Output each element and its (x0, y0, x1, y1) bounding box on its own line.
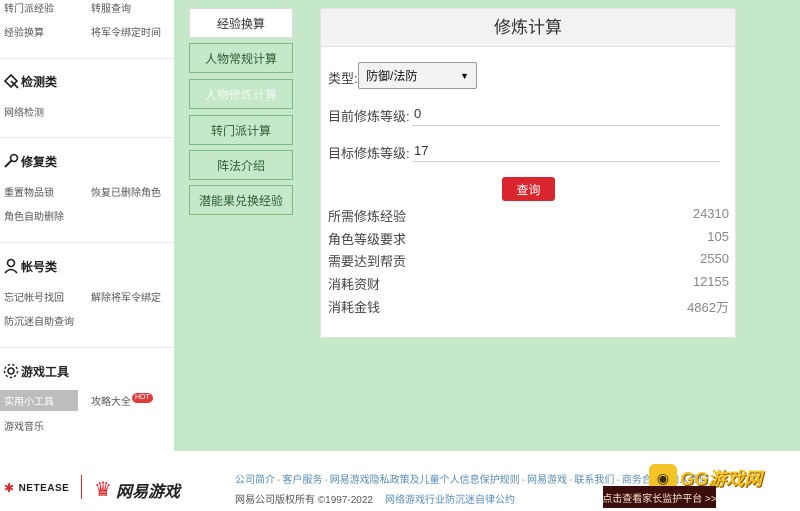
sidebar-link-recover-account[interactable]: 忘记帐号找回 (4, 289, 64, 304)
sidebar-link-practical-tools[interactable]: 实用小工具 (0, 390, 78, 411)
sidebar-link-restore-deleted-role[interactable]: 恢复已删除角色 (91, 184, 161, 199)
type-select-value: 防御/法防 (366, 69, 418, 83)
sidebar-heading-tools: 游戏工具 (2, 362, 69, 380)
logo-divider (81, 475, 82, 499)
nav-potential-fruit-exp[interactable]: 潜能果兑换经验 (189, 185, 293, 215)
wrench-icon (2, 152, 20, 170)
result-value: 2550 (700, 251, 729, 266)
sidebar-link-anti-addiction-query[interactable]: 防沉迷自助查询 (4, 313, 74, 328)
footer: ✱ NETEASE ♛ 网易游戏 公司简介 - 客户服务 - 网易游戏隐私政策及儿童个人… (0, 451, 800, 511)
sidebar-divider (0, 137, 174, 138)
netease-logo[interactable]: ✱ NETEASE (4, 481, 69, 495)
sidebar-divider (0, 347, 174, 348)
sidebar-divider (0, 58, 174, 59)
sidebar-heading-account: 帐号类 (2, 257, 57, 275)
result-label: 所需修炼经验 (328, 209, 407, 224)
nav-school-transfer-calc[interactable]: 转门派计算 (189, 115, 293, 145)
result-value: 105 (707, 229, 729, 244)
nav-formation-intro[interactable]: 阵法介绍 (189, 150, 293, 180)
target-level-underline (412, 161, 720, 162)
sidebar-link-unbind-token[interactable]: 解除将军令绑定 (91, 289, 161, 304)
result-row: 消耗资财 12155 (328, 274, 729, 294)
type-label: 类型: (328, 71, 358, 86)
nav-character-calc[interactable]: 人物常规计算 (189, 43, 293, 73)
sidebar-heading-detect: 检测类 (2, 72, 57, 90)
netease-mark-icon: ✱ (4, 481, 15, 495)
footer-link-service[interactable]: 客户服务 (282, 475, 322, 486)
sidebar-link-strategy-guide[interactable]: 攻略大全 HOT (91, 393, 153, 408)
result-label: 需要达到帮贡 (328, 254, 407, 269)
result-row: 消耗金钱 4862万 (328, 297, 729, 317)
caret-down-icon: ▼ (460, 71, 469, 81)
left-sidebar: 转门派经验 转服查询 经验换算 将军令绑定时间 检测类 网络检测 修复类 重置物… (0, 0, 174, 451)
sidebar-link-transfer-school-exp[interactable]: 转门派经验 (4, 0, 54, 15)
parent-supervision-button[interactable]: 点击查看家长监护平台 >> (602, 486, 717, 508)
footer-link-about[interactable]: 公司简介 (235, 475, 275, 486)
result-label: 角色等级要求 (328, 232, 407, 247)
sidebar-heading-label: 修复类 (21, 154, 58, 169)
sidebar-heading-label: 检测类 (21, 74, 58, 89)
result-value: 4862万 (687, 300, 729, 315)
result-value: 12155 (692, 274, 729, 289)
target-level-label: 目标修炼等级: (328, 146, 410, 161)
card-title: 修炼计算 (321, 9, 735, 47)
footer-link-privacy[interactable]: 网易游戏隐私政策及儿童个人信息保护规则 (330, 475, 520, 486)
netease-games-logo[interactable]: ♛ 网易游戏 (94, 477, 180, 502)
sidebar-link-game-music[interactable]: 游戏音乐 (4, 418, 44, 433)
copyright-text: 网易公司版权所有 ©1997-2022 (235, 495, 373, 506)
current-level-input[interactable]: 0 (414, 106, 421, 121)
gear-icon (2, 362, 20, 380)
netease-games-mark-icon: ♛ (94, 479, 112, 501)
diamond-arrow-icon (2, 72, 20, 90)
result-label: 消耗金钱 (328, 300, 381, 315)
sidebar-divider (0, 242, 174, 243)
result-row: 需要达到帮贡 2550 (328, 251, 729, 271)
sidebar-link-token-bind-time[interactable]: 将军令绑定时间 (91, 24, 161, 39)
query-button[interactable]: 查询 (502, 177, 555, 201)
sidebar-link-label: 攻略大全 (91, 397, 131, 408)
self-discipline-convention-link[interactable]: 网络游戏行业防沉迷自律公约 (385, 491, 515, 506)
user-icon (2, 257, 20, 275)
sidebar-link-exp-convert[interactable]: 经验换算 (4, 24, 44, 39)
footer-link-games[interactable]: 网易游戏 (527, 475, 567, 486)
current-level-label: 目前修炼等级: (328, 109, 410, 124)
sidebar-link-reset-item-lock[interactable]: 重置物品锁 (4, 184, 54, 199)
target-level-input[interactable]: 17 (414, 143, 428, 158)
netease-games-logo-text: 网易游戏 (115, 483, 180, 501)
nav-cultivation-calc[interactable]: 人物修炼计算 (189, 79, 293, 109)
cultivation-calculator-card: 修炼计算 类型: 防御/法防 ▼ 目前修炼等级: 0 目标修炼等级: 17 查询… (320, 8, 736, 338)
result-label: 消耗资财 (328, 277, 381, 292)
result-row: 所需修炼经验 24310 (328, 206, 729, 226)
sidebar-link-role-self-delete[interactable]: 角色自助删除 (4, 208, 64, 223)
hot-badge: HOT (132, 393, 153, 403)
sidebar-heading-label: 帐号类 (21, 259, 58, 274)
sidebar-link-network-check[interactable]: 网络检测 (4, 104, 44, 119)
footer-link-contact[interactable]: 联系我们 (574, 475, 614, 486)
sidebar-heading-repair: 修复类 (2, 152, 57, 170)
result-row: 角色等级要求 105 (328, 229, 729, 249)
result-value: 24310 (692, 206, 729, 221)
type-select[interactable]: 防御/法防 ▼ (358, 62, 477, 89)
sidebar-link-server-transfer-query[interactable]: 转服查询 (91, 0, 131, 15)
footer-links: 公司简介 - 客户服务 - 网易游戏隐私政策及儿童个人信息保护规则 - 网易游戏 - 联系我们 -… (235, 475, 710, 486)
nav-exp-convert[interactable]: 经验换算 (189, 8, 293, 38)
current-level-underline (412, 125, 720, 126)
sidebar-heading-label: 游戏工具 (21, 364, 70, 379)
netease-logo-text: NETEASE (18, 482, 70, 494)
